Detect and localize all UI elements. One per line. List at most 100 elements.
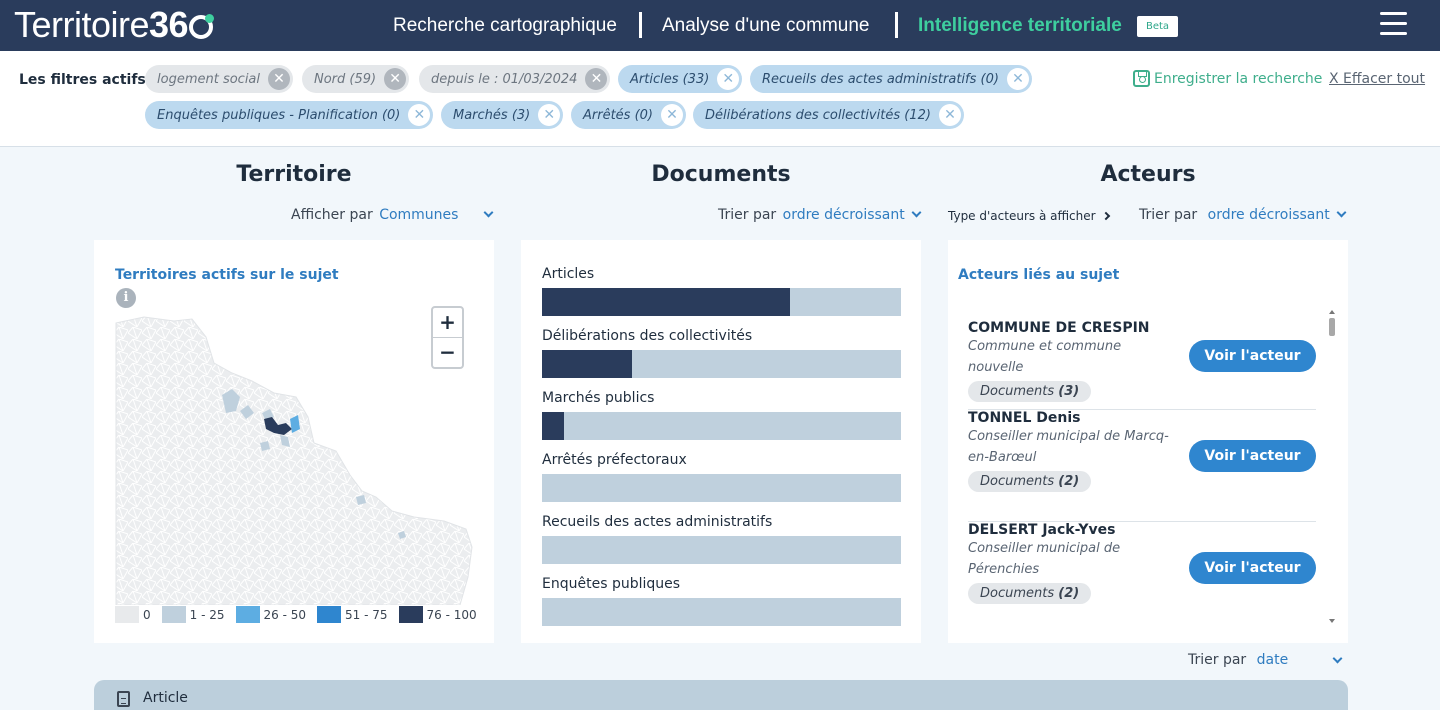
- scroll-up-arrow-icon: [1329, 310, 1335, 314]
- view-actor-button[interactable]: Voir l'acteur: [1189, 440, 1316, 472]
- document-bar-row[interactable]: Articles: [542, 266, 901, 316]
- document-bar-row[interactable]: Délibérations des collectivités: [542, 328, 901, 378]
- logo-zero-ring: [189, 14, 215, 39]
- actor-role: Commune et commune nouvelle: [968, 339, 1122, 375]
- document-bar-label: Arrêtés préfectoraux: [542, 452, 687, 468]
- remove-filter-icon[interactable]: ✕: [585, 68, 608, 90]
- filter-chip-label: Recueils des actes administratifs (0): [762, 71, 999, 87]
- documents-sort-select[interactable]: Trier par ordre décroissant: [718, 207, 922, 223]
- map-zoom-control: + −: [431, 306, 464, 369]
- choropleth-map[interactable]: [114, 315, 474, 605]
- remove-filter-icon[interactable]: ✕: [1006, 68, 1029, 90]
- document-bar-label: Enquêtes publiques: [542, 576, 681, 592]
- scroll-down-arrow-icon: [1329, 619, 1335, 623]
- active-filters-bar: Les filtres actifs logement social ✕ Nord …: [0, 51, 1440, 147]
- save-search-link[interactable]: Enregistrer la recherche: [1133, 70, 1322, 87]
- document-bar-label: Articles: [542, 266, 595, 282]
- actor-name: DELSERT Jack-Yves: [968, 522, 1116, 538]
- filter-chip-label: Délibérations des collectivités (12): [705, 107, 931, 123]
- clear-all-link[interactable]: X Effacer tout: [1329, 71, 1425, 87]
- actors-list[interactable]: COMMUNE DE CRESPIN Commune et commune nou…: [948, 310, 1348, 623]
- view-actor-button[interactable]: Voir l'acteur: [1189, 552, 1316, 584]
- nav-recherche-cartographique[interactable]: Recherche cartographique: [393, 0, 617, 51]
- legend-label: 51 - 75: [345, 607, 388, 622]
- document-bar-label: Marchés publics: [542, 390, 655, 406]
- map-region-outline: [115, 316, 473, 605]
- legend-swatch: [317, 606, 342, 623]
- document-bar-row[interactable]: Recueils des actes administratifs: [542, 514, 901, 564]
- document-bar-label: Délibérations des collectivités: [542, 328, 753, 344]
- legend-swatch: [398, 606, 423, 623]
- legend-swatch: [115, 606, 139, 623]
- filter-chip[interactable]: Recueils des actes administratifs (0) ✕: [750, 65, 1032, 93]
- acteurs-card-title: Acteurs liés au sujet: [958, 267, 1120, 283]
- actor-list-item: TONNEL Denis Conseiller municipal de Marc…: [968, 410, 1316, 522]
- acteurs-sort-select[interactable]: Trier par ordre décroissant: [1139, 207, 1347, 223]
- chevron-right-icon: [1102, 211, 1111, 221]
- document-bar-label: Recueils des actes administratifs: [542, 514, 773, 530]
- territoire-display-select[interactable]: Afficher par Communes: [291, 207, 494, 223]
- zoom-out-button[interactable]: −: [433, 337, 462, 366]
- nav-analyse-commune[interactable]: Analyse d'une commune: [662, 0, 869, 51]
- filter-chip-label: logement social: [157, 71, 261, 87]
- app-logo[interactable]: Territoire36: [14, 4, 215, 46]
- document-bar-row[interactable]: Arrêtés préfectoraux: [542, 452, 901, 502]
- actor-documents-badge[interactable]: Documents (2): [968, 471, 1092, 492]
- document-bar-row[interactable]: Enquêtes publiques: [542, 576, 901, 626]
- filter-chip[interactable]: Enquêtes publiques - Planification (0) ✕: [145, 101, 434, 129]
- map-card-title: Territoires actifs sur le sujet: [115, 267, 339, 283]
- territoire-title: Territoire: [236, 162, 352, 187]
- filter-chip[interactable]: depuis le : 01/03/2024 ✕: [419, 65, 611, 93]
- filter-chip-label: Marchés (3): [453, 107, 531, 123]
- filter-chip-label: depuis le : 01/03/2024: [431, 71, 578, 87]
- actor-documents-badge[interactable]: Documents (3): [968, 381, 1092, 402]
- actor-list-item: DELSERT Jack-Yves Conseiller municipal de…: [968, 522, 1316, 623]
- chevron-down-icon: [1332, 653, 1343, 664]
- legend-label: 76 - 100: [426, 607, 477, 622]
- chevron-down-icon: [911, 207, 922, 218]
- document-bar-track: [542, 536, 901, 564]
- nav-intelligence-territoriale[interactable]: Intelligence territoriale: [918, 0, 1122, 51]
- map-legend: 0 1 - 25 26 - 50 51 - 75 76 - 100: [115, 606, 488, 623]
- results-sort-select[interactable]: Trier par date: [1188, 652, 1343, 668]
- remove-filter-icon[interactable]: ✕: [717, 68, 740, 90]
- actors-scrollbar[interactable]: [1327, 310, 1337, 623]
- remove-filter-icon[interactable]: ✕: [408, 104, 431, 126]
- legend-item: 26 - 50: [235, 606, 307, 623]
- info-icon[interactable]: i: [116, 288, 136, 308]
- article-section-label: Article: [143, 690, 188, 706]
- remove-filter-icon[interactable]: ✕: [538, 104, 561, 126]
- document-bar-fill: [542, 350, 632, 378]
- legend-item: 0: [115, 606, 151, 623]
- remove-filter-icon[interactable]: ✕: [661, 104, 683, 126]
- document-bar-track: [542, 288, 901, 316]
- filter-chip[interactable]: Arrêtés (0) ✕: [571, 101, 686, 129]
- filter-chip[interactable]: Délibérations des collectivités (12) ✕: [693, 101, 964, 129]
- remove-filter-icon[interactable]: ✕: [384, 68, 407, 90]
- remove-filter-icon[interactable]: ✕: [938, 104, 961, 126]
- filter-chip-label: Arrêtés (0): [583, 107, 653, 123]
- article-section-header[interactable]: Article: [94, 680, 1348, 710]
- filter-chip[interactable]: Marchés (3) ✕: [441, 101, 564, 129]
- actor-type-toggle[interactable]: Type d'acteurs à afficher: [948, 209, 1111, 223]
- document-bar-row[interactable]: Marchés publics: [542, 390, 901, 440]
- filter-chip-label: Nord (59): [314, 71, 377, 87]
- actor-role: Conseiller municipal de Pérenchies: [968, 541, 1121, 577]
- filter-chip[interactable]: logement social ✕: [145, 65, 294, 93]
- filter-chip[interactable]: Nord (59) ✕: [302, 65, 410, 93]
- legend-swatch: [235, 606, 260, 623]
- actor-documents-badge[interactable]: Documents (2): [968, 583, 1092, 604]
- zoom-in-button[interactable]: +: [433, 308, 462, 337]
- territoire-map-card: Territoires actifs sur le sujet i + − 0 1…: [94, 240, 494, 643]
- document-bar-track: [542, 474, 901, 502]
- hamburger-menu-icon[interactable]: [1380, 12, 1407, 36]
- view-actor-button[interactable]: Voir l'acteur: [1189, 340, 1316, 372]
- legend-label: 1 - 25: [189, 607, 225, 622]
- legend-label: 26 - 50: [263, 607, 307, 622]
- document-bar-track: [542, 350, 901, 378]
- top-navigation-bar: Territoire36 Recherche cartographique An…: [0, 0, 1440, 51]
- document-bar-track: [542, 598, 901, 626]
- filter-chip[interactable]: Articles (33) ✕: [618, 65, 743, 93]
- legend-item: 51 - 75: [317, 606, 388, 623]
- remove-filter-icon[interactable]: ✕: [268, 68, 291, 90]
